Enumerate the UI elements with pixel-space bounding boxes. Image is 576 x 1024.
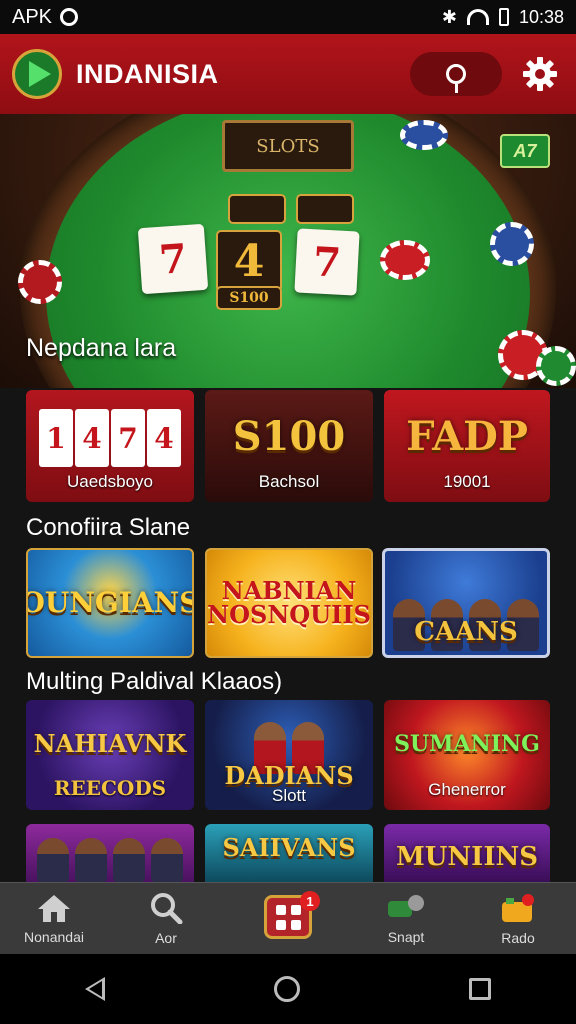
tile-art: OUNGIANS <box>26 586 194 619</box>
bottom-nav: Nonandai Aor 1 Snapt Rado <box>0 882 576 954</box>
search-button[interactable] <box>410 52 502 96</box>
game-tile[interactable] <box>26 824 194 882</box>
status-app-label: APK <box>12 5 53 28</box>
chip-icon <box>536 346 576 386</box>
game-tile[interactable]: MUNIINS <box>384 824 550 882</box>
tile-art: SAIIVANS <box>222 833 356 862</box>
nav-item-search[interactable]: Aor <box>116 883 216 955</box>
tile-art: NABNIAN NOSNQUIIS <box>207 576 371 629</box>
battery-icon <box>498 8 509 26</box>
mini-card: 4 <box>147 409 181 467</box>
reel-top-left <box>228 194 286 224</box>
app-logo-icon[interactable] <box>12 49 62 99</box>
tile-label: Uaedsboyo <box>66 472 153 491</box>
tile-art: CAANS <box>414 617 518 647</box>
gift-icon <box>502 894 534 922</box>
character <box>37 838 69 882</box>
nav-label: Snapt <box>387 929 425 945</box>
game-tile[interactable]: FADP 19001 <box>384 390 550 502</box>
character <box>75 838 107 882</box>
search-icon <box>151 893 183 924</box>
character-group <box>26 838 194 882</box>
game-tile[interactable]: CAANS <box>382 548 550 658</box>
slot-sign: SLOTS <box>222 120 354 172</box>
tile-label: Ghenerror <box>428 780 506 799</box>
status-time: 10:38 <box>518 6 564 27</box>
nav-label: Rado <box>501 930 535 946</box>
game-tile[interactable]: NABNIAN NOSNQUIIS <box>205 548 373 658</box>
status-bar: APK ✱ 10:38 <box>0 0 576 34</box>
chip-icon <box>380 240 430 280</box>
mini-card: 4 <box>75 409 109 467</box>
game-tile[interactable]: S100 Bachsol <box>205 390 373 502</box>
tile-art: NAHIAVNK <box>33 729 187 758</box>
game-tile[interactable]: SUMANING Ghenerror <box>384 700 550 810</box>
section-title: Multing Paldival Klaaos) <box>26 668 283 695</box>
nav-label: Aor <box>155 930 177 946</box>
chip-icon <box>400 120 448 150</box>
hero-caption: Nepdana lara <box>26 334 177 362</box>
mini-card: 7 <box>111 409 145 467</box>
tile-art: SUMANING <box>394 731 540 757</box>
tile-art: MUNIINS <box>395 842 539 872</box>
notification-badge: 1 <box>300 891 320 911</box>
system-nav-bar <box>0 954 576 1024</box>
notification-icon <box>60 8 79 26</box>
hero-badge: A7 <box>500 134 550 168</box>
slot-reel: 4 <box>216 230 282 292</box>
section-title: Conofiira Slane <box>26 514 191 541</box>
app-bar: INDANISIA <box>0 34 576 114</box>
back-icon[interactable] <box>84 977 105 1001</box>
app-title: INDANISIA <box>76 58 219 89</box>
game-tile[interactable]: OUNGIANS <box>26 548 194 658</box>
chat-icon <box>388 895 424 917</box>
nav-item-chat[interactable]: Snapt <box>356 883 456 955</box>
search-icon <box>446 64 466 93</box>
tile-label: Slott <box>271 786 307 805</box>
bluetooth-icon: ✱ <box>441 6 457 27</box>
card-fan: 1474 <box>38 409 182 467</box>
playing-card: 7 <box>137 223 209 295</box>
gear-icon[interactable] <box>522 56 558 92</box>
character <box>151 838 183 882</box>
tile-art: FADP <box>406 413 528 460</box>
game-tile[interactable]: NAHIAVNK REECODS <box>26 700 194 810</box>
game-tile[interactable]: 1474 Uaedsboyo <box>26 390 194 502</box>
bet-display: S100 <box>216 286 282 310</box>
tile-label: 19001 <box>443 472 491 491</box>
playing-card: 7 <box>294 228 360 296</box>
reel-top-right <box>296 194 354 224</box>
home-circle-icon[interactable] <box>273 976 300 1002</box>
home-icon <box>38 895 70 922</box>
game-tile[interactable]: SAIIVANS <box>205 824 373 882</box>
nav-label: Nonandai <box>24 929 84 945</box>
character <box>113 838 145 882</box>
tile-art: S100 <box>232 413 346 460</box>
recent-apps-icon[interactable] <box>469 978 492 1000</box>
mini-card: 1 <box>39 409 73 467</box>
chip-icon <box>18 260 62 304</box>
wifi-icon <box>466 9 489 25</box>
tile-label: Bachsol <box>258 472 320 491</box>
nav-item-gift[interactable]: Rado <box>468 883 568 955</box>
hero-banner[interactable]: SLOTS 7 4 7 S100 A7 Nepdana lara <box>0 114 576 388</box>
chip-icon <box>490 222 534 266</box>
nav-item-home[interactable]: Nonandai <box>4 883 104 955</box>
tile-art: DADIANS <box>224 761 354 790</box>
game-tile[interactable]: DADIANS Slott <box>205 700 373 810</box>
tile-label: REECODS <box>53 776 167 800</box>
